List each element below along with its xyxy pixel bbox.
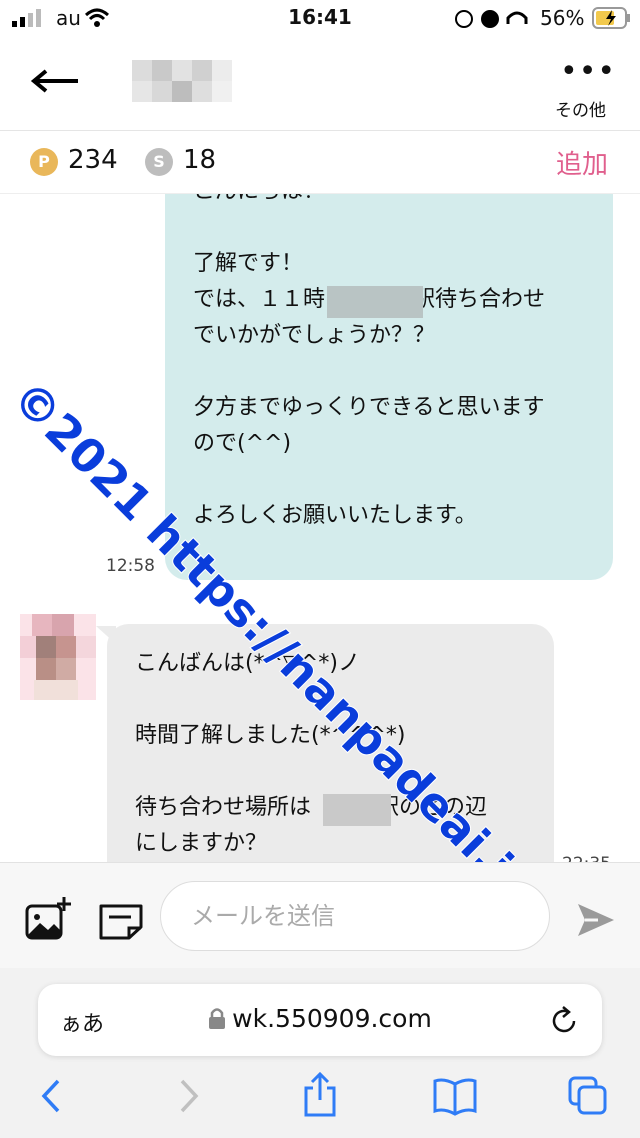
partner-name-blurred xyxy=(132,60,232,102)
message-line: でいかがでしょうか？？ xyxy=(193,323,436,348)
send-icon[interactable] xyxy=(576,901,616,939)
message-line: 了解です！ xyxy=(193,251,304,276)
card-icon[interactable] xyxy=(98,903,144,941)
url-label: wk.550909.com xyxy=(232,1004,432,1033)
message-line: こんにちは！ xyxy=(193,194,325,210)
tabs-icon[interactable] xyxy=(568,1076,608,1116)
browser-bar: ぁあ wk.550909.com xyxy=(0,968,640,1138)
message-time: 12:58 xyxy=(106,556,155,576)
more-dots-icon[interactable]: ••• xyxy=(560,57,616,87)
message-line: よろしくお願いいたします。 xyxy=(193,503,477,528)
chevron-left-icon[interactable] xyxy=(32,1076,72,1116)
chat-header: ••• その他 xyxy=(0,36,640,131)
reload-icon[interactable] xyxy=(550,1006,580,1036)
points-bar: P 234 S 18 追加 xyxy=(0,131,640,194)
lock-icon xyxy=(209,1008,226,1029)
chevron-right-icon[interactable] xyxy=(168,1076,208,1116)
message-line: にしますか？ xyxy=(135,831,268,856)
message-input[interactable]: メールを送信 xyxy=(160,881,550,951)
chat-area[interactable]: こんにちは！ 了解です！ では、１１時に 駅待ち合わせ でいかがでしょうか？？ … xyxy=(0,194,640,862)
message-line: ので(^^) xyxy=(193,431,292,456)
p-coin-icon: P xyxy=(30,148,58,176)
p-points-value: 234 xyxy=(68,145,118,175)
status-bar: au 16:41 56% xyxy=(0,0,640,36)
s-coin-icon: S xyxy=(145,148,173,176)
place-name-blur xyxy=(327,286,423,318)
s-points-value: 18 xyxy=(183,145,217,175)
message-input-bar: メールを送信 xyxy=(0,862,640,969)
back-arrow-icon[interactable] xyxy=(30,66,80,96)
bookmarks-icon[interactable] xyxy=(432,1076,478,1116)
share-icon[interactable] xyxy=(300,1072,340,1118)
message-time: 22:35 xyxy=(562,854,611,862)
address-bar[interactable]: ぁあ wk.550909.com xyxy=(38,984,602,1056)
battery-percent: 56% xyxy=(540,6,585,30)
sent-message-bubble: こんにちは！ 了解です！ では、１１時に 駅待ち合わせ でいかがでしょうか？？ … xyxy=(165,194,613,580)
url-text[interactable]: wk.550909.com xyxy=(38,1004,602,1033)
message-line: 夕方までゆっくりできると思います xyxy=(193,395,545,420)
battery-icon xyxy=(592,7,630,29)
more-label[interactable]: その他 xyxy=(555,96,606,121)
status-icons xyxy=(455,10,528,28)
partner-avatar[interactable] xyxy=(20,614,96,700)
place-name-blur xyxy=(323,794,391,826)
image-add-icon[interactable] xyxy=(24,897,72,941)
add-points-button[interactable]: 追加 xyxy=(556,144,608,181)
